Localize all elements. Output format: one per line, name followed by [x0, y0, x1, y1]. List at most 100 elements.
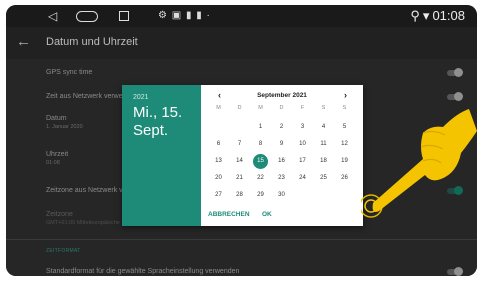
selected-date-line2: Sept.	[133, 122, 169, 139]
calendar-day[interactable]: 3	[292, 119, 313, 136]
ok-button[interactable]: OK	[262, 211, 272, 218]
calendar-day-label: 17	[299, 158, 306, 164]
standard-format-row[interactable]: Standardformat für die gewählte Sprachei…	[46, 268, 239, 275]
calendar-day[interactable]: 24	[292, 170, 313, 187]
weekday-header: S	[321, 105, 326, 111]
chevron-right-icon[interactable]: ›	[344, 90, 347, 100]
calendar-day-label: 11	[320, 141, 327, 147]
calendar-day-label: 21	[236, 175, 243, 181]
calendar-day[interactable]: 13	[208, 153, 229, 170]
status-bar: ◁ ⚙ ▣ ▮ ▮ · ⚲ ▾ 01:08	[6, 5, 477, 27]
calendar-day[interactable]: 6	[208, 136, 229, 153]
calendar-day-selected[interactable]: 15	[250, 153, 271, 170]
calendar-day[interactable]: 7	[229, 136, 250, 153]
calendar-day-label: 5	[342, 124, 347, 130]
calendar-day-label: 12	[341, 141, 348, 147]
calendar-month: September 2021	[257, 92, 307, 99]
calendar-day-label: 18	[320, 158, 327, 164]
app-bar: ← Datum und Uhrzeit	[6, 27, 477, 59]
gps-sync-row[interactable]: GPS sync time	[46, 69, 92, 76]
calendar-day[interactable]: 5	[334, 119, 355, 136]
date-picker-dialog: 2021 Mi., 15. Sept. ‹ September 2021 › M…	[122, 85, 363, 226]
calendar-day-label: 2	[279, 124, 284, 130]
network-time-row[interactable]: Zeit aus Netzwerk verwe	[46, 93, 123, 100]
calendar-day[interactable]: 2	[271, 119, 292, 136]
calendar-day[interactable]: 25	[313, 170, 334, 187]
time-value: 01:08	[46, 160, 60, 166]
calendar-day-label: 30	[278, 192, 285, 198]
calendar-day[interactable]: 10	[292, 136, 313, 153]
wifi-icon: ▾	[422, 8, 430, 23]
date-value: 1. Januar 2020	[46, 124, 83, 130]
gps-sync-toggle[interactable]	[447, 68, 463, 77]
calendar-day[interactable]: 16	[271, 153, 292, 170]
time-row[interactable]: Uhrzeit 01:08	[46, 151, 68, 166]
calendar-day[interactable]: 14	[229, 153, 250, 170]
date-row[interactable]: Datum 1. Januar 2020	[46, 115, 83, 130]
calendar-day[interactable]: 26	[334, 170, 355, 187]
network-time-toggle[interactable]	[447, 92, 463, 101]
calendar-day-label: 26	[341, 175, 348, 181]
cancel-button[interactable]: ABBRECHEN	[208, 211, 250, 218]
calendar-day[interactable]: 20	[208, 170, 229, 187]
calendar-day-label: 6	[216, 141, 221, 147]
calendar-day[interactable]: 17	[292, 153, 313, 170]
location-icon: ⚲	[410, 8, 420, 23]
calendar-day[interactable]: 29	[250, 187, 271, 204]
clock: 01:08	[432, 8, 465, 23]
calendar-day-label: 7	[237, 141, 242, 147]
zone-label: Zeitzone	[46, 211, 73, 218]
calendar-day-label: 14	[236, 158, 243, 164]
calendar: ‹ September 2021 › M D M D F S S 1 2 3 4 5 6 7 8 9 10 11 1…	[201, 85, 363, 226]
calendar-day-label: 3	[300, 124, 305, 130]
back-nav-icon[interactable]: ◁	[48, 9, 57, 23]
calendar-day[interactable]: 19	[334, 153, 355, 170]
weekday-header: S	[342, 105, 347, 111]
calendar-day[interactable]: 27	[208, 187, 229, 204]
calendar-day-label: 29	[257, 192, 264, 198]
weekday-header: M	[258, 105, 263, 111]
selected-date-line1: Mi., 15.	[133, 104, 183, 121]
calendar-day-label: 23	[278, 175, 285, 181]
calendar-day-label: 28	[236, 192, 243, 198]
time-label: Uhrzeit	[46, 151, 69, 158]
calendar-day-label: 27	[215, 192, 222, 198]
status-right: ⚲ ▾ 01:08	[407, 8, 465, 24]
calendar-day[interactable]: 22	[250, 170, 271, 187]
calendar-day-label: 10	[299, 141, 306, 147]
weekday-header: F	[300, 105, 305, 111]
notification-icons: ⚙ ▣ ▮ ▮ ·	[158, 10, 211, 21]
pointing-hand-icon	[361, 109, 477, 218]
calendar-day-label: 25	[320, 175, 327, 181]
selected-year[interactable]: 2021	[133, 94, 149, 101]
standard-format-label: Standardformat für die gewählte Sprachei…	[46, 268, 240, 275]
zone-value: GMT+01:00 Mitteleuropäische	[46, 220, 120, 226]
recents-nav-icon[interactable]	[119, 11, 129, 21]
calendar-day[interactable]: 9	[271, 136, 292, 153]
divider	[6, 239, 477, 240]
home-nav-icon[interactable]	[76, 11, 98, 22]
calendar-day[interactable]: 28	[229, 187, 250, 204]
device-screen: ◁ ⚙ ▣ ▮ ▮ · ⚲ ▾ 01:08 ← Datum und Uhrzeit …	[6, 5, 477, 276]
selected-date: Mi., 15. Sept.	[133, 104, 201, 140]
page-title: Datum und Uhrzeit	[46, 36, 138, 48]
calendar-day[interactable]: 30	[271, 187, 292, 204]
calendar-day-label: 4	[321, 124, 326, 130]
calendar-day[interactable]: 11	[313, 136, 334, 153]
calendar-day[interactable]: 4	[313, 119, 334, 136]
calendar-day-label: 1	[258, 124, 263, 130]
gps-sync-label: GPS sync time	[46, 69, 93, 76]
standard-format-toggle[interactable]	[447, 267, 463, 276]
back-arrow-icon[interactable]: ←	[16, 33, 31, 50]
calendar-day[interactable]: 23	[271, 170, 292, 187]
zone-row: Zeitzone GMT+01:00 Mitteleuropäische	[46, 211, 120, 226]
calendar-day[interactable]: 18	[313, 153, 334, 170]
date-picker-header: 2021 Mi., 15. Sept.	[122, 85, 201, 226]
calendar-day[interactable]: 21	[229, 170, 250, 187]
calendar-day[interactable]: 12	[334, 136, 355, 153]
network-zone-label: Zeitzone aus Netzwerk v	[46, 187, 123, 194]
network-zone-row[interactable]: Zeitzone aus Netzwerk v	[46, 187, 123, 194]
network-time-label: Zeit aus Netzwerk verwe	[46, 93, 123, 100]
calendar-day[interactable]: 1	[250, 119, 271, 136]
calendar-day[interactable]: 8	[250, 136, 271, 153]
